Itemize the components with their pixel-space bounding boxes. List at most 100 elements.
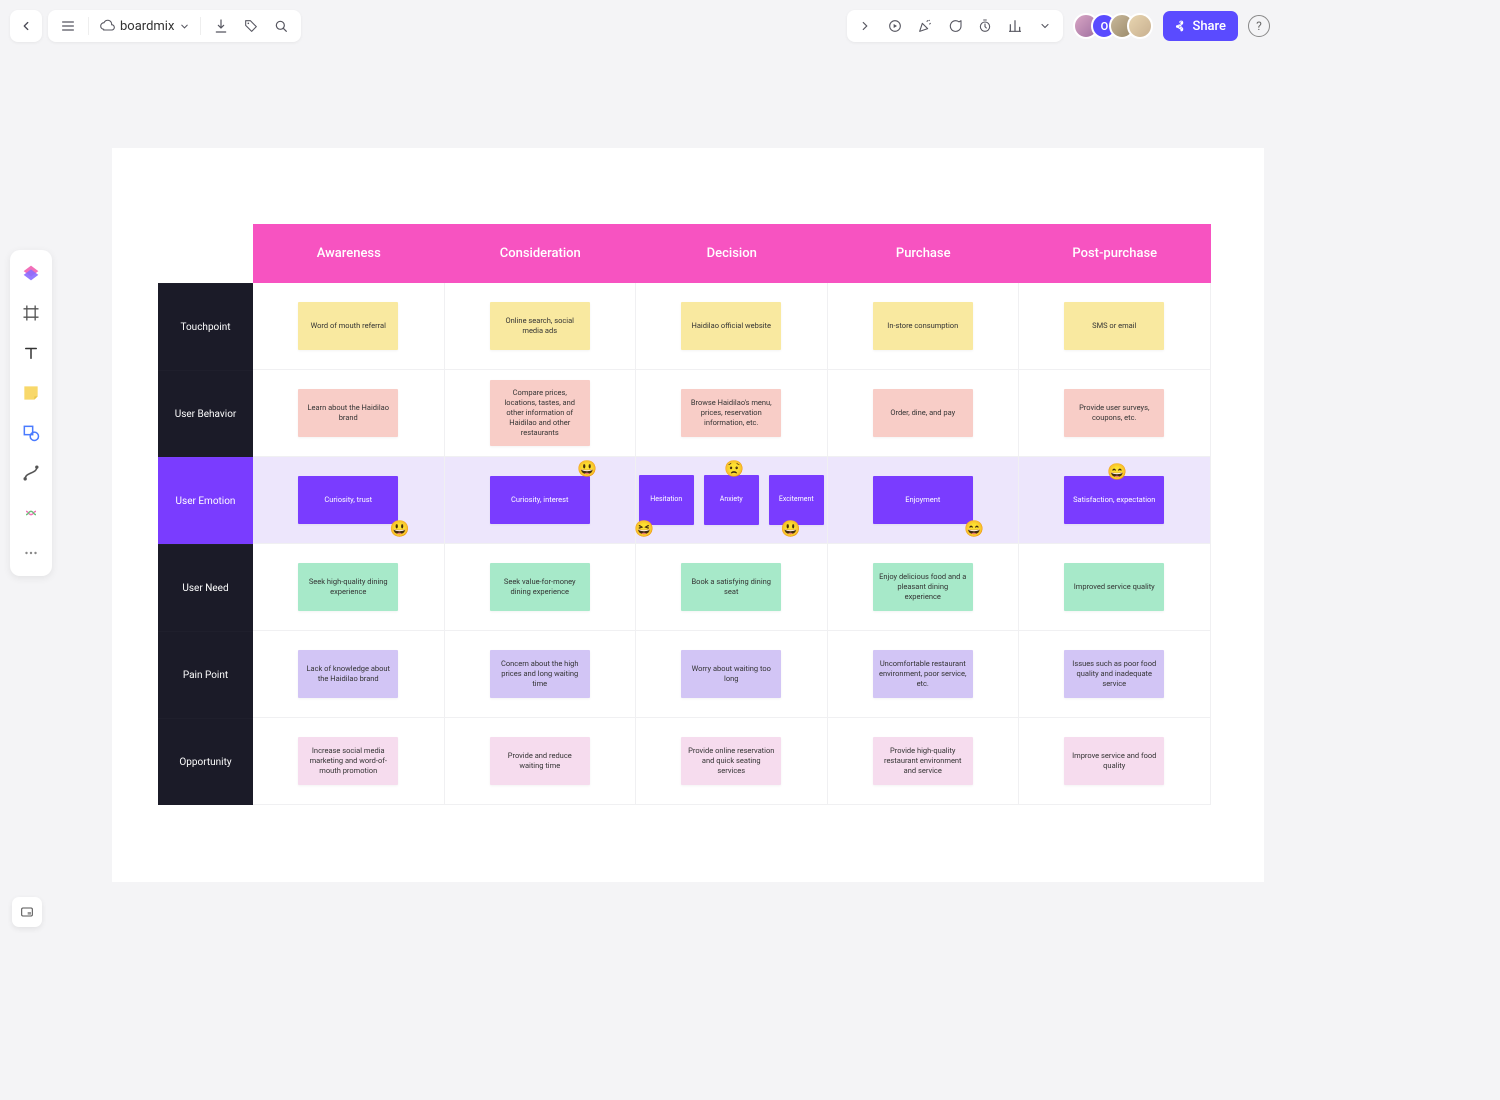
journey-cell[interactable]: Improved service quality: [1019, 544, 1211, 631]
sticky-note[interactable]: Order, dine, and pay: [873, 389, 973, 437]
sticky-note[interactable]: Improve service and food quality: [1064, 737, 1164, 785]
sticky-note[interactable]: Seek high-quality dining experience: [298, 563, 398, 611]
sticky-note[interactable]: Compare prices, locations, tastes, and o…: [490, 380, 590, 447]
collaborator-avatars[interactable]: O: [1073, 13, 1153, 39]
journey-cell[interactable]: Curiosity, trust😃: [253, 457, 445, 544]
sticky-note[interactable]: Enjoyment: [873, 476, 973, 524]
emoji-icon[interactable]: 😃: [390, 521, 410, 537]
sticky-note[interactable]: Excitement: [769, 475, 824, 525]
cloud-sync-icon[interactable]: boardmix: [95, 12, 194, 40]
sticky-note[interactable]: Enjoy delicious food and a pleasant dini…: [873, 563, 973, 611]
sticky-note[interactable]: Browse Haidilao's menu, prices, reservat…: [681, 389, 781, 437]
emoji-icon[interactable]: 😄: [964, 521, 984, 537]
journey-cell[interactable]: Seek value-for-money dining experience: [445, 544, 637, 631]
journey-cell[interactable]: Provide high-quality restaurant environm…: [828, 718, 1020, 805]
journey-cell[interactable]: Learn about the Haidilao brand: [253, 370, 445, 457]
sticky-note-tool[interactable]: [14, 376, 48, 410]
sticky-note[interactable]: Curiosity, interest: [490, 476, 590, 524]
search-icon[interactable]: [267, 12, 295, 40]
sticky-note[interactable]: Provide online reservation and quick sea…: [681, 737, 781, 785]
journey-cell[interactable]: Provide and reduce waiting time: [445, 718, 637, 805]
more-tools-chevron-icon[interactable]: [1031, 12, 1059, 40]
sticky-note[interactable]: Hesitation: [639, 475, 694, 525]
canvas[interactable]: AwarenessConsiderationDecisionPurchasePo…: [112, 148, 1264, 882]
party-icon[interactable]: [911, 12, 939, 40]
connector-tool[interactable]: [14, 456, 48, 490]
sticky-note[interactable]: Satisfaction, expectation: [1064, 476, 1164, 524]
journey-cell[interactable]: Word of mouth referral: [253, 283, 445, 370]
journey-cell[interactable]: Haidilao official website: [636, 283, 828, 370]
emoji-icon[interactable]: 😃: [577, 461, 597, 477]
journey-cell[interactable]: Provide online reservation and quick sea…: [636, 718, 828, 805]
sticky-note[interactable]: SMS or email: [1064, 302, 1164, 350]
journey-cell[interactable]: Satisfaction, expectation😄: [1019, 457, 1211, 544]
mindmap-tool[interactable]: [14, 496, 48, 530]
sticky-note[interactable]: Online search, social media ads: [490, 302, 590, 350]
text-tool[interactable]: [14, 336, 48, 370]
journey-cell[interactable]: Compare prices, locations, tastes, and o…: [445, 370, 637, 457]
sticky-note[interactable]: Increase social media marketing and word…: [298, 737, 398, 785]
avatar[interactable]: [1127, 13, 1153, 39]
journey-cell[interactable]: Enjoyment😄: [828, 457, 1020, 544]
emoji-icon[interactable]: 😟: [724, 461, 744, 477]
menu-button[interactable]: [54, 12, 82, 40]
more-tools-button[interactable]: [14, 536, 48, 570]
journey-cell[interactable]: Increase social media marketing and word…: [253, 718, 445, 805]
sticky-note[interactable]: Book a satisfying dining seat: [681, 563, 781, 611]
sticky-note[interactable]: Lack of knowledge about the Haidilao bra…: [298, 650, 398, 698]
sticky-note[interactable]: Seek value-for-money dining experience: [490, 563, 590, 611]
sticky-note[interactable]: Word of mouth referral: [298, 302, 398, 350]
minimap-button[interactable]: [12, 897, 42, 927]
sticky-note[interactable]: Curiosity, trust: [298, 476, 398, 524]
expand-icon[interactable]: [851, 12, 879, 40]
shape-tool[interactable]: [14, 416, 48, 450]
sticky-note[interactable]: Issues such as poor food quality and ina…: [1064, 650, 1164, 698]
sticky-note[interactable]: Provide and reduce waiting time: [490, 737, 590, 785]
column-header: Consideration: [445, 224, 637, 283]
help-button[interactable]: ?: [1248, 15, 1270, 37]
download-icon[interactable]: [207, 12, 235, 40]
sticky-note[interactable]: Concern about the high prices and long w…: [490, 650, 590, 698]
share-button[interactable]: Share: [1163, 11, 1238, 41]
sticky-note[interactable]: Improved service quality: [1064, 563, 1164, 611]
emoji-icon[interactable]: 😄: [1107, 464, 1127, 480]
tag-icon[interactable]: [237, 12, 265, 40]
sticky-note[interactable]: Uncomfortable restaurant environment, po…: [873, 650, 973, 698]
sticky-note[interactable]: Learn about the Haidilao brand: [298, 389, 398, 437]
sticky-note[interactable]: Haidilao official website: [681, 302, 781, 350]
play-icon[interactable]: [881, 12, 909, 40]
column-header: Post-purchase: [1019, 224, 1211, 283]
sticky-note[interactable]: Provide user surveys, coupons, etc.: [1064, 389, 1164, 437]
timer-icon[interactable]: [971, 12, 999, 40]
journey-map[interactable]: AwarenessConsiderationDecisionPurchasePo…: [158, 224, 1211, 805]
board-title[interactable]: boardmix: [120, 19, 174, 34]
journey-cell[interactable]: Uncomfortable restaurant environment, po…: [828, 631, 1020, 718]
frame-tool[interactable]: [14, 296, 48, 330]
sticky-note[interactable]: Anxiety: [704, 475, 759, 525]
journey-cell[interactable]: Curiosity, interest😃: [445, 457, 637, 544]
journey-cell[interactable]: Improve service and food quality: [1019, 718, 1211, 805]
journey-cell[interactable]: Concern about the high prices and long w…: [445, 631, 637, 718]
sticky-note[interactable]: In-store consumption: [873, 302, 973, 350]
journey-cell[interactable]: HesitationAnxietyExcitement 😆 😟 😃: [636, 457, 828, 544]
journey-cell[interactable]: Order, dine, and pay: [828, 370, 1020, 457]
chart-icon[interactable]: [1001, 12, 1029, 40]
journey-cell[interactable]: SMS or email: [1019, 283, 1211, 370]
journey-cell[interactable]: Enjoy delicious food and a pleasant dini…: [828, 544, 1020, 631]
journey-cell[interactable]: Issues such as poor food quality and ina…: [1019, 631, 1211, 718]
emoji-icon[interactable]: 😆: [634, 521, 654, 537]
journey-cell[interactable]: Browse Haidilao's menu, prices, reservat…: [636, 370, 828, 457]
templates-tool[interactable]: [14, 256, 48, 290]
journey-cell[interactable]: Seek high-quality dining experience: [253, 544, 445, 631]
back-button[interactable]: [10, 10, 42, 42]
journey-cell[interactable]: In-store consumption: [828, 283, 1020, 370]
journey-cell[interactable]: Lack of knowledge about the Haidilao bra…: [253, 631, 445, 718]
sticky-note[interactable]: Provide high-quality restaurant environm…: [873, 737, 973, 785]
journey-cell[interactable]: Worry about waiting too long: [636, 631, 828, 718]
comment-icon[interactable]: [941, 12, 969, 40]
journey-cell[interactable]: Online search, social media ads: [445, 283, 637, 370]
sticky-note[interactable]: Worry about waiting too long: [681, 650, 781, 698]
emoji-icon[interactable]: 😃: [781, 521, 801, 537]
journey-cell[interactable]: Book a satisfying dining seat: [636, 544, 828, 631]
journey-cell[interactable]: Provide user surveys, coupons, etc.: [1019, 370, 1211, 457]
